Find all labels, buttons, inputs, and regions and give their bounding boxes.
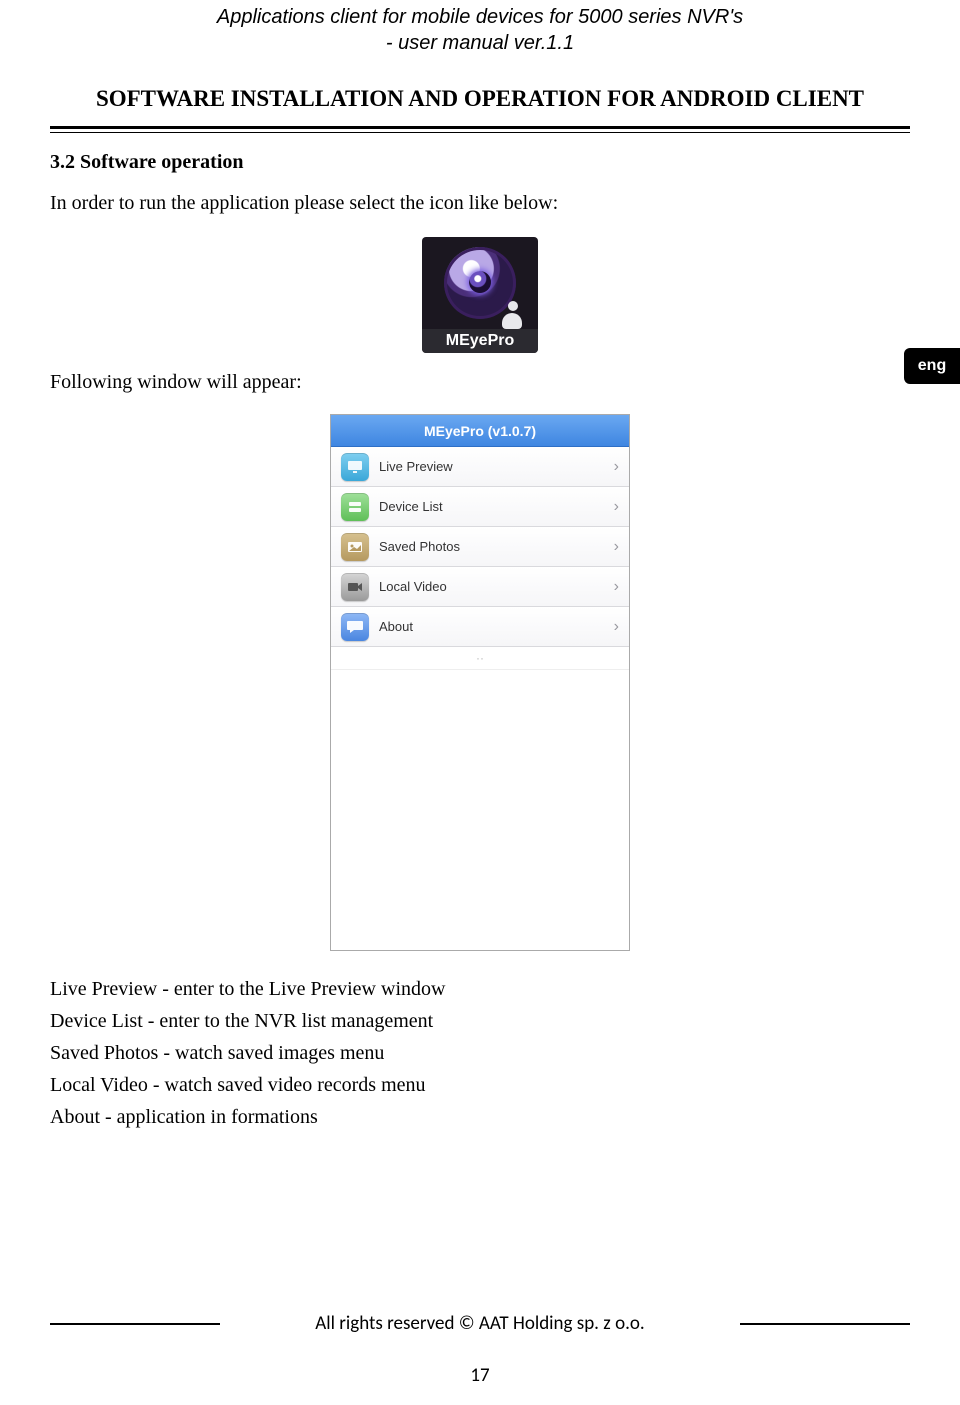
device-icon [341,493,369,521]
double-rule [50,126,910,133]
meyepro-pupil-icon [469,271,491,293]
description-line: About - application in formations [50,1101,910,1133]
footer-rule-left [50,1323,220,1325]
video-icon [341,573,369,601]
menu-item-about[interactable]: About › [331,607,629,647]
footer-rule-right [740,1323,910,1325]
phone-screenshot: MEyePro (v1.0.7) Live Preview › Device L… [330,414,630,951]
chevron-right-icon: › [614,578,619,596]
menu-label: About [379,619,614,634]
description-line: Device List - enter to the NVR list mana… [50,1005,910,1037]
chapter-title: SOFTWARE INSTALLATION AND OPERATION FOR … [50,86,910,112]
menu-item-device-list[interactable]: Device List › [331,487,629,527]
chevron-right-icon: › [614,618,619,636]
header-line-2: - user manual ver.1.1 [50,30,910,56]
manual-page: Applications client for mobile devices f… [0,0,960,1405]
menu-label: Saved Photos [379,539,614,554]
language-tab: eng [904,348,960,384]
header-line-1: Applications client for mobile devices f… [50,4,910,30]
drag-handle-icon: ·· [331,647,629,670]
section-heading: 3.2 Software operation [50,151,910,174]
chevron-right-icon: › [614,498,619,516]
phone-menu-list: Live Preview › Device List › Saved Photo… [331,447,629,670]
menu-item-live-preview[interactable]: Live Preview › [331,447,629,487]
page-header: Applications client for mobile devices f… [50,0,910,56]
menu-label: Live Preview [379,459,614,474]
app-icon-label: MEyePro [422,329,538,353]
description-line: Saved Photos - watch saved images menu [50,1037,910,1069]
phone-title-bar: MEyePro (v1.0.7) [331,415,629,447]
description-line: Local Video - watch saved video records … [50,1069,910,1101]
page-footer: All rights reserved © AAT Holding sp. z … [50,1312,910,1335]
chevron-right-icon: › [614,458,619,476]
after-icon-text: Following window will appear: [50,371,910,394]
intro-text: In order to run the application please s… [50,192,910,215]
description-line: Live Preview - enter to the Live Preview… [50,973,910,1005]
menu-item-saved-photos[interactable]: Saved Photos › [331,527,629,567]
chevron-right-icon: › [614,538,619,556]
menu-label: Local Video [379,579,614,594]
photo-icon [341,533,369,561]
copyright-text: All rights reserved © AAT Holding sp. z … [315,1312,644,1335]
speech-bubble-icon [341,613,369,641]
monitor-icon [341,453,369,481]
menu-label: Device List [379,499,614,514]
page-number: 17 [0,1364,960,1387]
app-icon: MEyePro [422,237,538,353]
menu-item-local-video[interactable]: Local Video › [331,567,629,607]
phone-blank-area [331,670,629,950]
person-icon [502,301,524,329]
menu-descriptions: Live Preview - enter to the Live Preview… [50,973,910,1133]
